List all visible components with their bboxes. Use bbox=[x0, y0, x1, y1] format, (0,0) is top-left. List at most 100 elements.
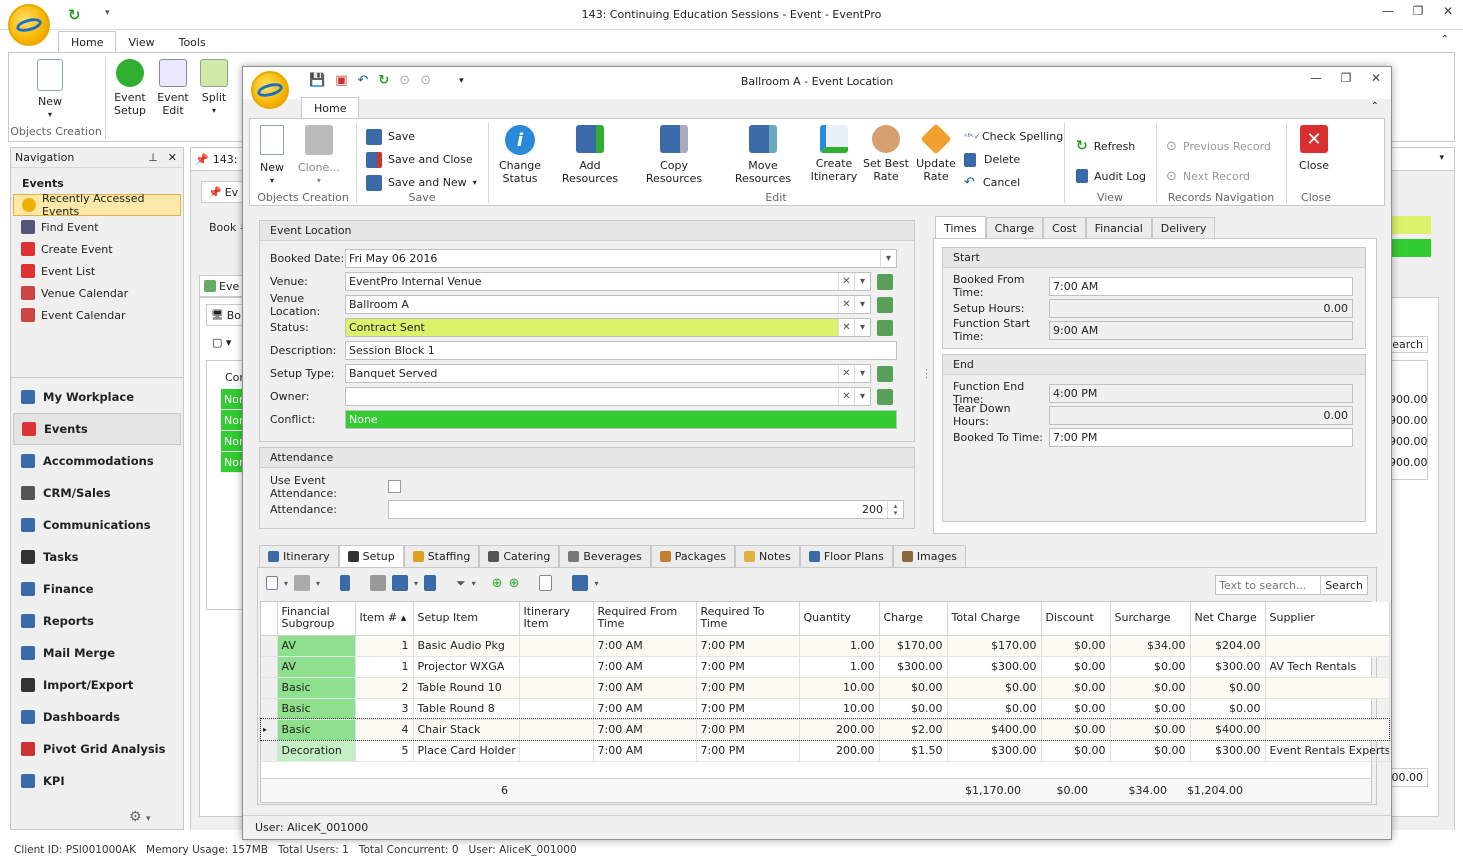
row-indicator[interactable] bbox=[261, 740, 278, 762]
nav-settings-gear-icon[interactable]: ⚙ ▾ bbox=[129, 809, 151, 825]
dropdown-arrow-icon[interactable]: ▾ bbox=[854, 365, 870, 382]
tab-floor-plans[interactable]: Floor Plans bbox=[799, 545, 893, 567]
create-itinerary-button[interactable]: Create Itinerary bbox=[811, 125, 857, 183]
dialog-minimize-icon[interactable]: — bbox=[1301, 71, 1331, 85]
module-communications[interactable]: Communications bbox=[13, 509, 181, 541]
add-resources-button[interactable]: Add Resources bbox=[552, 125, 628, 185]
nav-close-icon[interactable]: ✕ bbox=[168, 151, 177, 164]
module-finance[interactable]: Finance bbox=[13, 573, 181, 605]
owner-lookup-icon[interactable] bbox=[877, 388, 893, 405]
module-mail-merge[interactable]: Mail Merge bbox=[13, 637, 181, 669]
attendance-field[interactable]: 200 ▴ ▾ bbox=[388, 500, 904, 519]
column-header[interactable]: Net Charge bbox=[1190, 602, 1266, 636]
setup-type-lookup-icon[interactable] bbox=[877, 365, 893, 382]
eventpro-logo-icon[interactable] bbox=[8, 4, 50, 46]
grid-print-icon[interactable] bbox=[370, 575, 387, 591]
tab-home[interactable]: Home bbox=[58, 31, 117, 53]
row-indicator[interactable] bbox=[261, 656, 278, 678]
save-close-button[interactable]: Save and Close bbox=[366, 148, 477, 171]
grid-delete-icon[interactable] bbox=[340, 575, 351, 591]
minimize-icon[interactable]: — bbox=[1373, 4, 1403, 18]
module-crm-sales[interactable]: CRM/Sales bbox=[13, 477, 181, 509]
grid-export-icon[interactable] bbox=[424, 575, 437, 591]
nav-item-event-calendar[interactable]: Event Calendar bbox=[13, 304, 181, 326]
row-indicator[interactable] bbox=[261, 635, 278, 657]
table-row[interactable]: Basic 3 Table Round 8 7:00 AM 7:00 PM 10.00 $0… bbox=[261, 698, 1390, 720]
table-row[interactable]: ▸ Basic 4 Chair Stack 7:00 AM 7:00 PM 200.00 $2… bbox=[260, 718, 1390, 741]
column-header[interactable]: Quantity bbox=[799, 602, 880, 636]
clear-x-icon[interactable]: ✕ bbox=[838, 365, 854, 382]
grid-clone-icon[interactable] bbox=[294, 575, 311, 591]
venue-location-field[interactable]: Ballroom A ✕ ▾ bbox=[345, 295, 871, 314]
ribbon-collapse-icon[interactable]: ⌃ bbox=[1441, 34, 1449, 45]
module-events[interactable]: Events bbox=[13, 413, 181, 445]
pin-icon[interactable]: ⊥ bbox=[148, 151, 158, 164]
tab-itinerary[interactable]: Itinerary bbox=[259, 545, 339, 567]
booked-to-field[interactable]: 7:00 PM bbox=[1049, 427, 1353, 447]
dropdown-arrow-icon[interactable]: ▾ bbox=[854, 296, 870, 313]
close-icon[interactable]: ✕ bbox=[1433, 4, 1463, 18]
nav-item-event-list[interactable]: Event List bbox=[13, 260, 181, 282]
tab-charge[interactable]: Charge bbox=[985, 216, 1044, 239]
module-kpi[interactable]: KPI bbox=[13, 765, 181, 797]
tab-financial[interactable]: Financial bbox=[1085, 216, 1152, 239]
clear-x-icon[interactable]: ✕ bbox=[838, 296, 854, 313]
tab-notes[interactable]: Notes bbox=[735, 545, 800, 567]
table-row[interactable]: Decoration 5 Place Card Holder 7:00 AM 7:00 … bbox=[261, 740, 1390, 762]
row-indicator[interactable] bbox=[261, 698, 278, 720]
set-best-rate-button[interactable]: Set Best Rate bbox=[862, 125, 910, 183]
module-reports[interactable]: Reports bbox=[13, 605, 181, 637]
column-header[interactable]: Required From Time bbox=[593, 602, 697, 636]
inner-new-icon[interactable]: ▢ ▾ bbox=[212, 336, 231, 349]
tab-delivery[interactable]: Delivery bbox=[1151, 216, 1216, 239]
column-header[interactable]: Item # ▴ bbox=[355, 602, 414, 636]
venue-lookup-icon[interactable] bbox=[877, 273, 893, 290]
setup-type-field[interactable]: Banquet Served ✕ ▾ bbox=[345, 364, 871, 383]
spinner-icon[interactable]: ▴ ▾ bbox=[887, 501, 903, 518]
dialog-tab-home[interactable]: Home bbox=[301, 97, 360, 119]
column-header[interactable]: Charge bbox=[879, 602, 948, 636]
dropdown-arrow-icon[interactable]: ▾ bbox=[854, 273, 870, 290]
doc-tab-dropdown-icon[interactable]: ▾ bbox=[1439, 153, 1444, 163]
audit-log-button[interactable]: Audit Log bbox=[1076, 161, 1146, 191]
grid-new-icon[interactable] bbox=[266, 576, 278, 590]
status-field[interactable]: Contract Sent ✕ ▾ bbox=[345, 318, 871, 337]
table-row[interactable]: Basic 2 Table Round 10 7:00 AM 7:00 PM 10.00 $… bbox=[261, 677, 1390, 699]
tab-images[interactable]: Images bbox=[892, 545, 966, 567]
module-accommodations[interactable]: Accommodations bbox=[13, 445, 181, 477]
use-attendance-checkbox[interactable] bbox=[388, 480, 401, 493]
row-indicator[interactable] bbox=[261, 677, 278, 699]
booked-date-field[interactable]: Fri May 06 2016 ▾ bbox=[345, 249, 897, 268]
move-down-icon[interactable]: ⊕ bbox=[509, 576, 520, 591]
venue-field[interactable]: EventPro Internal Venue ✕ ▾ bbox=[345, 272, 871, 291]
clear-x-icon[interactable]: ✕ bbox=[838, 319, 854, 336]
module-import-export[interactable]: Import/Export bbox=[13, 669, 181, 701]
dialog-logo-icon[interactable] bbox=[251, 71, 289, 109]
dropdown-arrow-icon[interactable]: ▾ bbox=[854, 319, 870, 336]
tab-tools[interactable]: Tools bbox=[167, 31, 218, 53]
venue-location-lookup-icon[interactable] bbox=[877, 296, 893, 313]
inner-tab2[interactable]: Eve bbox=[199, 275, 245, 297]
column-header[interactable]: Financial Subgroup bbox=[277, 602, 356, 636]
filter-icon[interactable]: ⏷ bbox=[456, 576, 466, 591]
copy-resources-button[interactable]: Copy Resources bbox=[634, 125, 714, 185]
column-header[interactable]: Itinerary Item bbox=[519, 602, 594, 636]
grid-columns-icon[interactable] bbox=[392, 575, 409, 591]
nav-item-create-event[interactable]: Create Event bbox=[13, 238, 181, 260]
inner-event-tab[interactable]: 📌 Ev bbox=[201, 181, 246, 203]
row-indicator[interactable]: ▸ bbox=[261, 719, 278, 741]
move-resources-button[interactable]: Move Resources bbox=[722, 125, 804, 185]
column-header[interactable]: Required To Time bbox=[696, 602, 800, 636]
tab-catering[interactable]: Catering bbox=[479, 545, 560, 567]
clear-x-icon[interactable]: ✕ bbox=[838, 273, 854, 290]
delete-button[interactable]: Delete bbox=[964, 148, 1063, 171]
column-header[interactable]: Supplier bbox=[1265, 602, 1390, 636]
restore-icon[interactable]: ❐ bbox=[1403, 4, 1433, 18]
booked-from-field[interactable]: 7:00 AM bbox=[1049, 276, 1353, 296]
dialog-ribbon-collapse-icon[interactable]: ⌃ bbox=[1371, 101, 1379, 112]
close-button[interactable]: ✕ Close bbox=[1292, 125, 1336, 172]
nav-item-find-event[interactable]: Find Event bbox=[13, 216, 181, 238]
dialog-new-button[interactable]: New ▾ bbox=[260, 125, 284, 187]
module-tasks[interactable]: Tasks bbox=[13, 541, 181, 573]
owner-field[interactable]: ✕ ▾ bbox=[345, 387, 871, 406]
